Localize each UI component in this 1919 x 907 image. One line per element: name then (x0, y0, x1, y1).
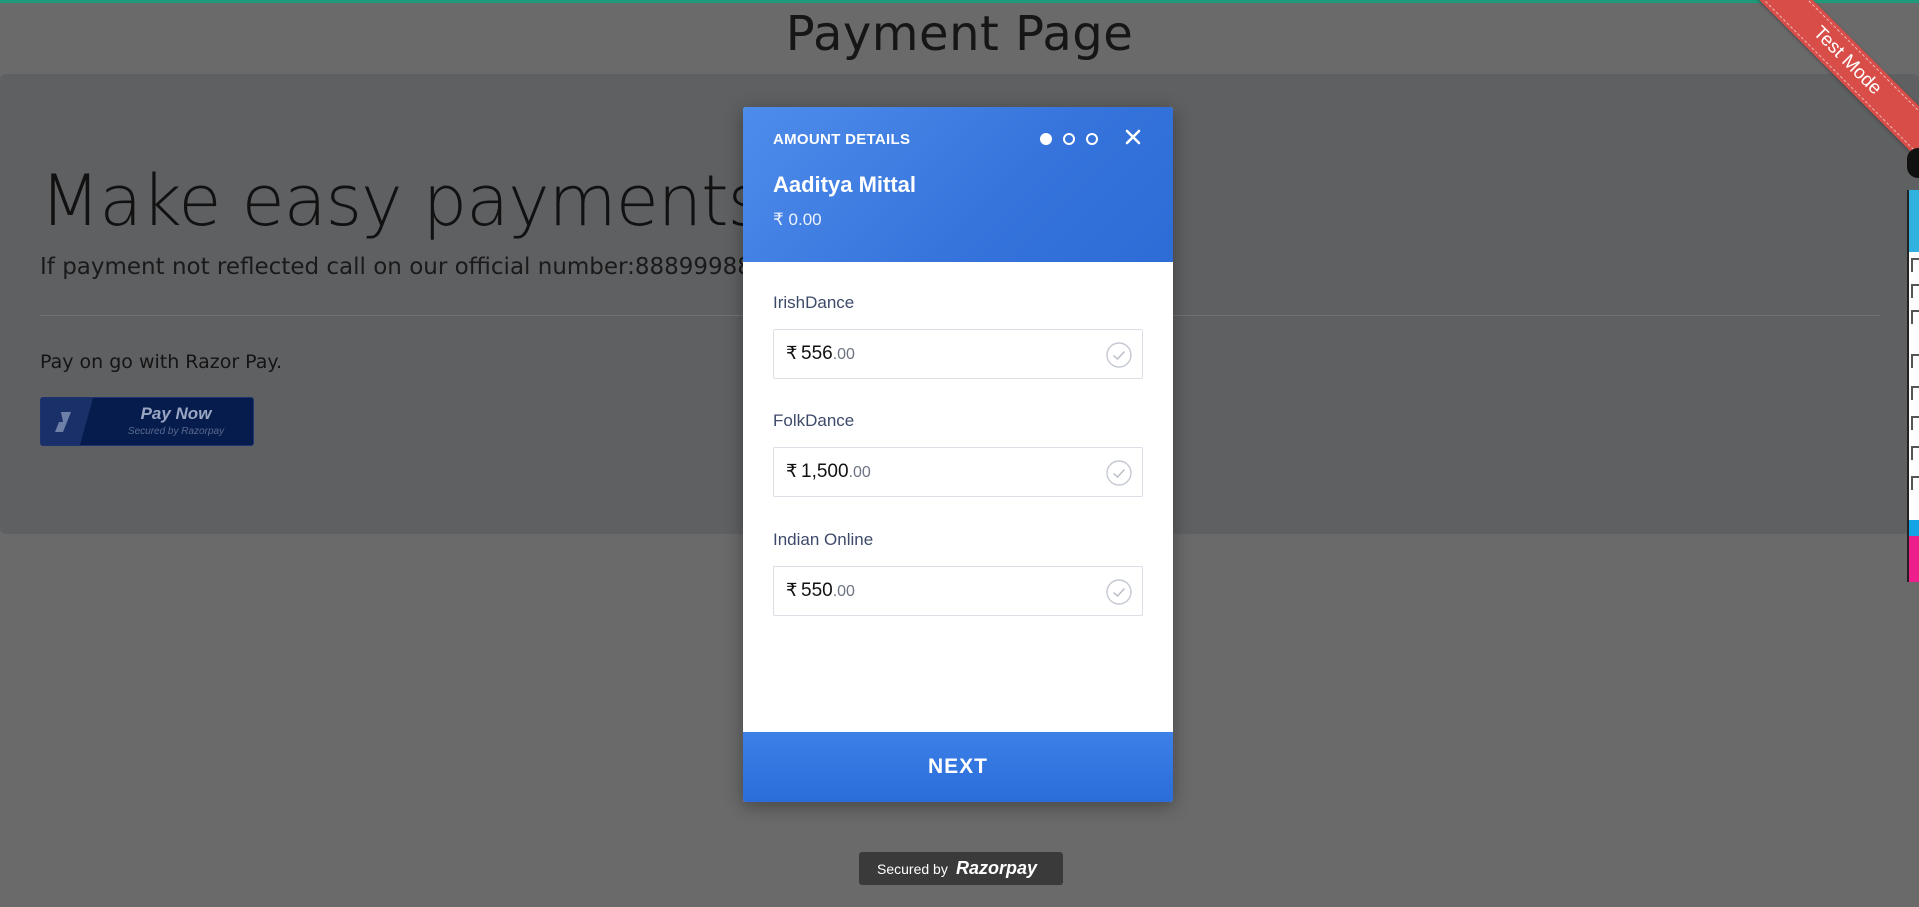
test-mode-label: Test Mode (1749, 0, 1919, 167)
step-dot (1063, 133, 1075, 145)
total-amount: ₹ 0.00 (773, 210, 822, 229)
top-accent-line (0, 0, 1919, 3)
amount-value: 1,500.00 (801, 461, 871, 483)
amount-input-irishdance[interactable]: ₹ 556.00 (773, 329, 1143, 379)
check-circle-icon (1106, 460, 1132, 486)
page-title: Payment Page (785, 6, 1134, 62)
amount-integer: 556 (801, 343, 833, 364)
checkout-header: AMOUNT DETAILS Aaditya Mittal ₹ 0.00 (743, 107, 1173, 262)
secured-by-badge: Secured by Razorpay (859, 852, 1063, 885)
tag-tool-icon[interactable] (1911, 258, 1919, 272)
shape-tool-icon[interactable] (1911, 354, 1919, 368)
amount-details-heading: AMOUNT DETAILS (773, 131, 911, 148)
close-icon[interactable] (1121, 125, 1145, 149)
camera-tool-icon[interactable] (1911, 446, 1919, 460)
eraser-tool-icon[interactable] (1911, 310, 1919, 324)
amount-decimals: .00 (832, 346, 855, 363)
test-mode-ribbon: Test Mode (1749, 0, 1919, 170)
note-tool-icon[interactable] (1911, 476, 1919, 490)
razorpay-logo-stripe (41, 398, 93, 445)
color-swatch-cyan[interactable] (1909, 520, 1919, 536)
currency-symbol: ₹ (786, 580, 798, 600)
amount-integer: 1,500 (801, 461, 849, 482)
pen-tool-icon[interactable] (1911, 284, 1919, 298)
toolbar-toggle-button[interactable] (1907, 148, 1919, 178)
pay-now-secured-label: Secured by Razorpay (127, 426, 225, 437)
pay-now-label: Pay Now (140, 404, 212, 423)
field-label-irishdance: IrishDance (773, 293, 855, 312)
check-circle-icon (1106, 342, 1132, 368)
side-toolbar (1907, 148, 1919, 582)
hero-title: Make easy payments! (40, 160, 791, 242)
hero-subtitle: If payment not reflected call on our off… (40, 254, 760, 280)
field-label-folkdance: FolkDance (773, 411, 855, 430)
amount-value: 550.00 (801, 580, 855, 602)
delete-tool-icon[interactable] (1911, 386, 1919, 400)
color-swatch-pink[interactable] (1909, 536, 1919, 582)
amount-input-folkdance[interactable]: ₹ 1,500.00 (773, 447, 1143, 497)
razorpay-logo-icon (55, 412, 71, 432)
amount-integer: 550 (801, 580, 833, 601)
next-button[interactable]: NEXT (743, 732, 1173, 802)
merchant-name: Aaditya Mittal (773, 172, 917, 197)
step-dot-active (1040, 133, 1052, 145)
pay-description: Pay on go with Razor Pay. (40, 351, 283, 373)
razorpay-pay-now-button[interactable]: Pay Now Secured by Razorpay (40, 397, 254, 446)
amount-value: 556.00 (801, 343, 855, 365)
step-dot (1086, 133, 1098, 145)
currency-symbol: ₹ (786, 461, 798, 481)
amount-input-indian-online[interactable]: ₹ 550.00 (773, 566, 1143, 616)
razorpay-brand: Razorpay (956, 858, 1038, 878)
comment-tool-icon[interactable] (1911, 416, 1919, 430)
toolbar-active-tools (1909, 190, 1919, 252)
amount-decimals: .00 (848, 464, 871, 481)
check-circle-icon (1106, 579, 1132, 605)
field-label-indian-online: Indian Online (773, 530, 874, 549)
currency-symbol: ₹ (786, 343, 798, 363)
amount-decimals: .00 (832, 583, 855, 600)
checkout-modal: AMOUNT DETAILS Aaditya Mittal ₹ 0.00 Iri… (743, 107, 1173, 802)
secured-by-text: Secured by (877, 861, 948, 877)
toolbar-panel (1907, 190, 1919, 582)
